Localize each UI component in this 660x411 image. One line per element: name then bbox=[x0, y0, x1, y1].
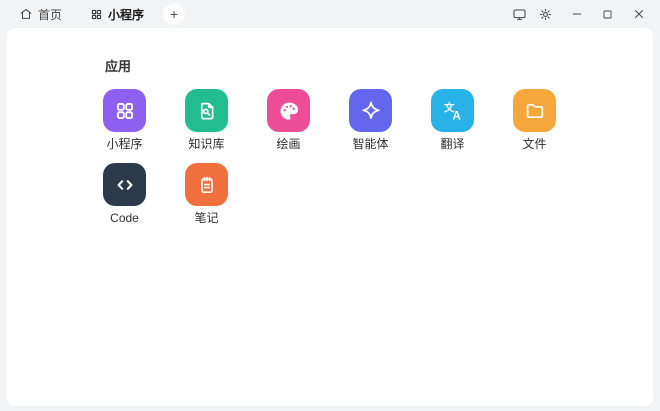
app-label: 小程序 bbox=[106, 137, 143, 151]
close-icon[interactable] bbox=[626, 2, 652, 26]
paint-palette-icon bbox=[267, 89, 310, 132]
app-item[interactable]: 文 A 翻译 bbox=[431, 89, 474, 151]
titlebar: 首页 小程序 + bbox=[0, 0, 660, 28]
app-label: 文件 bbox=[522, 137, 547, 151]
app-label: 笔记 bbox=[194, 211, 219, 225]
maximize-icon[interactable] bbox=[594, 2, 620, 26]
app-grid: 小程序 知识库 绘画 智能体 文 A 翻译 文件 Code 笔记 bbox=[103, 89, 573, 225]
grid-icon bbox=[90, 8, 103, 21]
app-item[interactable]: 知识库 bbox=[185, 89, 228, 151]
mini-program-grid-icon bbox=[103, 89, 146, 132]
window-controls bbox=[506, 2, 652, 26]
minimize-icon[interactable] bbox=[564, 2, 590, 26]
plus-icon: + bbox=[169, 6, 179, 22]
app-item[interactable]: 绘画 bbox=[267, 89, 310, 151]
tab-home[interactable]: 首页 bbox=[12, 2, 69, 27]
app-label: 翻译 bbox=[440, 137, 465, 151]
app-item[interactable]: 笔记 bbox=[185, 163, 228, 225]
knowledge-doc-search-icon bbox=[185, 89, 228, 132]
app-item[interactable]: Code bbox=[103, 163, 146, 225]
tab-mini-program[interactable]: 小程序 bbox=[83, 2, 151, 27]
content-card: 应用 小程序 知识库 绘画 智能体 文 A 翻译 文件 Code 笔记 bbox=[7, 28, 653, 406]
folder-icon bbox=[513, 89, 556, 132]
app-label: 知识库 bbox=[188, 137, 225, 151]
app-label: 绘画 bbox=[276, 137, 301, 151]
new-tab-button[interactable]: + bbox=[163, 3, 186, 25]
svg-text:A: A bbox=[452, 110, 460, 122]
translate-icon: 文 A bbox=[431, 89, 474, 132]
app-label: Code bbox=[110, 211, 139, 225]
tab-home-label: 首页 bbox=[38, 7, 63, 22]
app-item[interactable]: 智能体 bbox=[349, 89, 392, 151]
app-item[interactable]: 文件 bbox=[513, 89, 556, 151]
section-title: 应用 bbox=[105, 59, 132, 74]
display-icon[interactable] bbox=[506, 2, 532, 26]
home-icon bbox=[19, 7, 33, 21]
settings-icon[interactable] bbox=[532, 2, 558, 26]
code-brackets-icon bbox=[103, 163, 146, 206]
notepad-icon bbox=[185, 163, 228, 206]
app-label: 智能体 bbox=[352, 137, 389, 151]
tab-mini-program-label: 小程序 bbox=[108, 7, 145, 22]
app-item[interactable]: 小程序 bbox=[103, 89, 146, 151]
agent-sparkle-icon bbox=[349, 89, 392, 132]
